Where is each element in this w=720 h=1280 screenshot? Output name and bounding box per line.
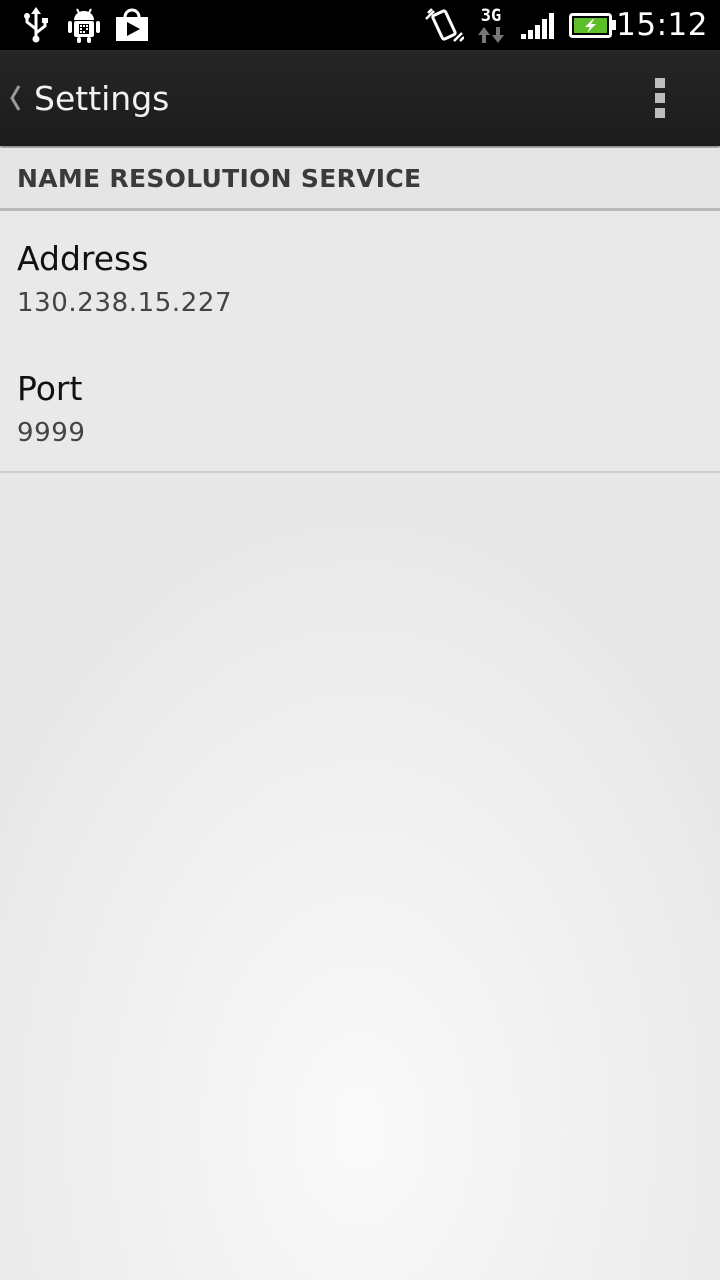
status-bar: 3G 15:12: [0, 0, 720, 50]
preference-summary: 130.238.15.227: [17, 288, 233, 318]
preference-address[interactable]: Address 130.238.15.227: [0, 211, 720, 343]
network-type-label: 3G: [480, 6, 502, 26]
chevron-left-icon: [8, 78, 26, 118]
3g-data-icon: 3G: [474, 0, 508, 50]
vibrate-icon: [424, 0, 464, 50]
signal-icon: [518, 0, 558, 50]
preference-summary: 9999: [17, 418, 86, 448]
usb-icon: [20, 0, 52, 50]
overflow-menu-button[interactable]: [640, 50, 680, 146]
status-time: 15:12: [616, 7, 708, 43]
preference-title: Port: [17, 369, 83, 408]
preference-port[interactable]: Port 9999: [0, 341, 720, 473]
play-store-icon: [114, 0, 150, 50]
section-header: NAME RESOLUTION SERVICE: [0, 148, 720, 211]
section-header-label: NAME RESOLUTION SERVICE: [17, 164, 422, 193]
back-button[interactable]: Settings: [0, 50, 200, 146]
action-bar: Settings: [0, 50, 720, 146]
page-title: Settings: [34, 78, 170, 118]
battery-charging-icon: [568, 0, 618, 50]
android-debug-icon: [66, 0, 102, 50]
preference-title: Address: [17, 239, 149, 278]
overflow-menu-icon: [655, 78, 665, 118]
